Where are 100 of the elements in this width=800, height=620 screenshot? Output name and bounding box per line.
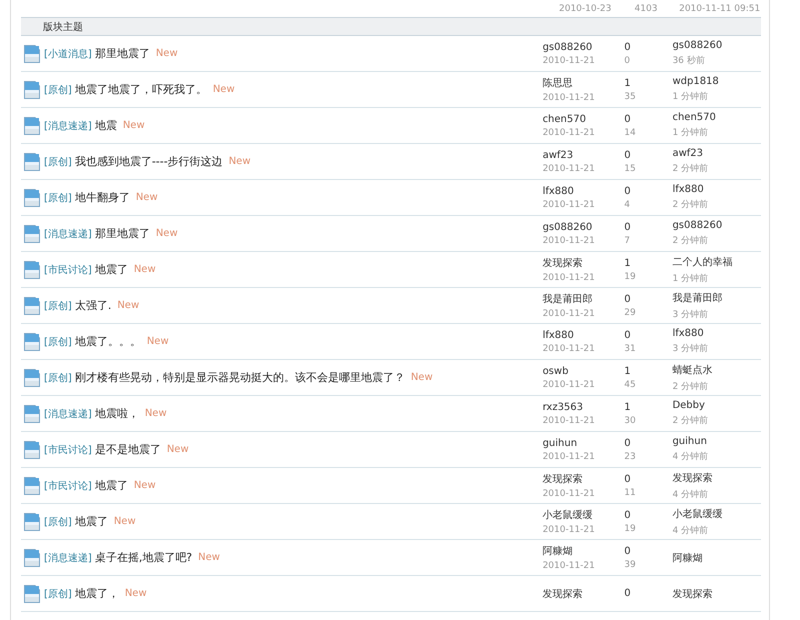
thread-title-link[interactable]: 刚才楼有些晃动，特别是显示器晃动挺大的。该不会是哪里地震了？ (74, 370, 405, 385)
thread-title-link[interactable]: 地震 (94, 118, 117, 133)
category-link[interactable]: [消息速递] (44, 406, 92, 420)
last-poster-link[interactable]: gs088260 (672, 40, 762, 51)
thread-title-link[interactable]: 地震啦， (94, 406, 139, 421)
document-icon (24, 476, 40, 494)
thread-title-link[interactable]: 那里地震了 (94, 46, 150, 61)
post-date: 2010-11-21 (542, 93, 596, 103)
author-link[interactable]: gs088260 (542, 42, 624, 52)
author-link[interactable]: 我是莆田郎 (542, 292, 624, 306)
document-icon (24, 80, 40, 98)
document-icon (24, 440, 40, 458)
last-poster-link[interactable]: chen570 (672, 112, 762, 123)
author-link[interactable]: gs088260 (542, 222, 624, 232)
reply-count: 0 (624, 474, 632, 484)
last-poster-link[interactable]: lfx880 (672, 328, 762, 339)
reply-count: 0 (624, 114, 632, 124)
reply-count: 0 (624, 294, 632, 304)
last-poster-link[interactable]: 发现探索 (672, 586, 762, 600)
last-reply-time: 1 分钟前 (672, 90, 710, 103)
thread-title-link[interactable]: 地震了， (74, 586, 119, 601)
last-poster-link[interactable]: 小老鼠缓缓 (672, 506, 762, 520)
last-poster-link[interactable]: wdp1818 (672, 76, 762, 87)
category-link[interactable]: [市民讨论] (44, 262, 92, 276)
document-icon (24, 512, 40, 530)
category-link[interactable]: [原创] (44, 334, 72, 348)
last-poster-link[interactable]: gs088260 (672, 220, 762, 231)
category-link[interactable]: [原创] (44, 586, 72, 600)
author-link[interactable]: 发现探索 (542, 472, 624, 486)
new-label: New (156, 228, 178, 239)
last-poster-link[interactable]: 我是莆田郎 (672, 290, 762, 304)
reply-count: 1 (624, 78, 632, 88)
category-link[interactable]: [原创] (44, 298, 72, 312)
category-link[interactable]: [消息速递] (44, 118, 92, 132)
thread-title-link[interactable]: 地牛翻身了 (74, 190, 130, 205)
category-link[interactable]: [原创] (44, 514, 72, 528)
author-link[interactable]: 发现探索 (542, 586, 624, 600)
reply-count: 0 (624, 588, 632, 599)
category-link[interactable]: [市民讨论] (44, 442, 92, 456)
post-date: 2010-11-21 (542, 309, 596, 319)
category-link[interactable]: [原创] (44, 154, 72, 168)
view-count: 0 (624, 56, 631, 66)
new-label: New (134, 264, 156, 275)
post-date: 2010-11-21 (542, 236, 596, 246)
new-label: New (410, 372, 433, 383)
thread-title-link[interactable]: 地震了 (94, 478, 128, 493)
category-link[interactable]: [市民讨论] (44, 478, 92, 492)
last-reply-time: 3 分钟前 (672, 342, 710, 355)
last-poster-link[interactable]: 阿糠煳 (672, 550, 762, 564)
thread-title-link[interactable]: 地震了。。。 (74, 334, 141, 349)
author-link[interactable]: 阿糠煳 (542, 544, 624, 558)
reply-count: 0 (624, 510, 632, 520)
new-label: New (134, 480, 156, 491)
last-poster-link[interactable]: lfx880 (672, 184, 762, 195)
thread-title-link[interactable]: 地震了 (94, 262, 128, 277)
author-link[interactable]: 陈思思 (542, 76, 624, 90)
last-poster-link[interactable]: Debby (672, 400, 762, 411)
reply-count: 0 (624, 546, 632, 556)
last-reply-time: 2 分钟前 (672, 234, 710, 247)
document-icon (24, 188, 40, 206)
author-link[interactable]: rxz3563 (542, 402, 624, 412)
last-poster-link[interactable]: guihun (672, 436, 762, 447)
post-date: 2010-11-21 (542, 344, 596, 354)
document-icon (24, 404, 40, 422)
author-link[interactable]: awf23 (542, 150, 624, 160)
new-label: New (114, 516, 136, 527)
author-link[interactable]: 发现探索 (542, 256, 624, 270)
thread-title-link[interactable]: 桌子在摇,地震了吧? (94, 550, 192, 565)
document-icon (24, 368, 40, 386)
view-count: 29 (624, 308, 637, 318)
author-link[interactable]: lfx880 (542, 186, 624, 196)
thread-title-link[interactable]: 太强了. (74, 298, 112, 313)
document-icon (24, 152, 40, 170)
category-link[interactable]: [小道消息] (44, 46, 92, 60)
document-icon (24, 116, 40, 134)
category-link[interactable]: [原创] (44, 190, 72, 204)
reply-count: 0 (624, 330, 632, 340)
last-reply-time: 2 分钟前 (672, 162, 710, 175)
last-poster-link[interactable]: 二个人的幸福 (672, 254, 762, 268)
author-link[interactable]: 小老鼠缓缓 (542, 508, 624, 522)
category-link[interactable]: [消息速递] (44, 226, 92, 240)
post-date: 2010-11-21 (542, 56, 596, 66)
category-link[interactable]: [消息速递] (44, 550, 92, 564)
last-poster-link[interactable]: awf23 (672, 148, 762, 159)
author-link[interactable]: oswb (542, 366, 624, 376)
thread-title-link[interactable]: 那里地震了 (94, 226, 150, 241)
thread-title-link[interactable]: 我也感到地震了----步行街这边 (74, 154, 223, 169)
thread-title-link[interactable]: 地震了地震了，吓死我了。 (74, 82, 207, 97)
category-link[interactable]: [原创] (44, 82, 72, 96)
document-icon (24, 260, 40, 278)
new-label: New (156, 48, 178, 59)
thread-title-link[interactable]: 是不是地震了 (94, 442, 161, 457)
author-link[interactable]: lfx880 (542, 330, 624, 340)
last-reply-time: 1 分钟前 (672, 126, 710, 139)
last-poster-link[interactable]: 发现探索 (672, 470, 762, 484)
category-link[interactable]: [原创] (44, 370, 72, 384)
thread-title-link[interactable]: 地震了 (74, 514, 108, 529)
author-link[interactable]: chen570 (542, 114, 624, 124)
author-link[interactable]: guihun (542, 438, 624, 448)
last-poster-link[interactable]: 蜻蜓点水 (672, 362, 762, 376)
